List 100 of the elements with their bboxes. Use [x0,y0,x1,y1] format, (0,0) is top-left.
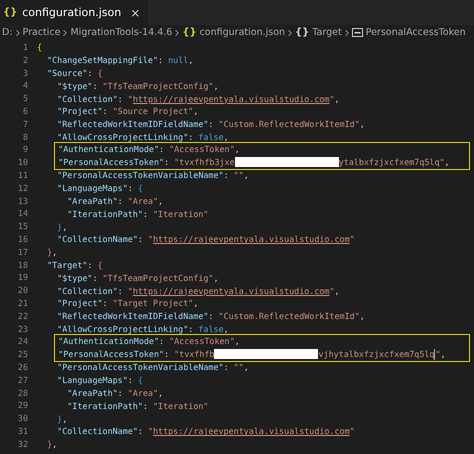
breadcrumb-item[interactable]: configuration.json [200,27,286,38]
close-tab-button[interactable]: × [130,6,140,20]
line-number: 29 [16,399,28,412]
code-token: : [92,80,98,91]
code-token: , [188,55,194,66]
line-number: 4 [22,79,28,92]
code-token: : [118,286,124,296]
url-link[interactable]: https://rajeevpentyala.visualstudio.com [132,286,330,296]
code-token: "Collection" [57,94,118,104]
code-token: "Custom.ReflectedWorkItemId" [218,119,360,130]
code-token: "LanguageMaps" [57,183,128,194]
breadcrumb-item[interactable]: MigrationTools-14.4.6 [70,27,172,38]
line-number: 21 [16,296,28,310]
line-number: 24 [16,335,28,348]
code-token: : [118,388,124,398]
code-token: { [98,68,103,78]
code-token: "AccessToken" [169,144,235,154]
code-token: : [138,426,144,436]
line-number: 3 [22,66,28,80]
code-token: " [148,426,153,436]
code-token: , [244,362,249,372]
code-token: "LanguageMaps" [57,375,128,386]
code-token: : [188,132,194,142]
code-token: "ChangeSetMappingFile" [47,55,158,66]
line-number: 20 [16,284,28,297]
string-property-icon [352,28,363,37]
code-token: { [138,183,143,194]
code-token: "tvxfhfb [174,349,214,360]
code-token: , [360,311,365,322]
line-number: 2 [22,54,28,67]
line-number: 26 [16,360,28,374]
code-token: : [128,375,134,386]
code-token: , [62,222,68,232]
line-number: 18 [16,258,28,272]
line-number: 9 [22,143,28,156]
code-token: , [224,132,229,142]
code-token: "Project" [57,298,103,308]
code-token: "AuthenticationMode" [58,144,159,154]
code-token: } [57,222,62,232]
code-token: "Target Project" [112,298,194,308]
file-tab[interactable]: {} configuration.json × [0,0,148,25]
code-token: : [142,400,149,411]
code-token: "Iteration" [152,208,208,219]
code-token: : [142,208,149,219]
code-token: : [208,119,214,130]
code-token: { [138,375,143,386]
code-token: , [158,388,164,398]
breadcrumb-item[interactable]: Practice [22,27,60,38]
line-number: 22 [16,310,28,323]
code-token: : [164,349,170,360]
breadcrumb-item[interactable]: D: [2,27,13,38]
code-token: { [37,42,42,52]
code-token: "PersonalAccessTokenVariableName" [57,170,224,180]
code-token: "Source" [47,68,88,78]
code-token: , [440,349,446,360]
code-token: : [159,336,166,346]
code-token: "CollectionName" [57,426,138,436]
line-number: 11 [16,168,28,182]
code-token: "" [234,170,244,180]
code-token: , [193,106,198,116]
code-token: : [164,157,170,168]
line-number: 13 [16,194,28,208]
code-token: } [47,247,52,258]
code-token: : [118,94,124,104]
code-token: : [224,170,230,180]
line-number: 6 [22,104,28,118]
code-token: ytalbxfzjxcfxem7q5lq" [338,157,445,168]
code-token: : [102,298,109,308]
url-link[interactable]: https://rajeevpentyala.visualstudio.com [132,94,330,104]
json-file-icon: {} [3,7,18,18]
code-token: null [168,55,188,66]
code-token: "IterationPath" [67,400,143,411]
code-token: { [98,260,103,270]
code-token: " [350,426,355,436]
code-token: , [213,80,219,91]
line-number: 15 [16,220,28,233]
code-token: "AuthenticationMode" [58,336,159,346]
url-link[interactable]: https://rajeevpentyala.visualstudio.com [152,426,350,436]
breadcrumb-item[interactable]: PersonalAccessToken [366,27,466,38]
code-token: , [213,272,219,283]
code-token: "$type" [57,272,92,283]
line-number: 32 [16,438,28,450]
code-token: "TfsTeamProjectConfig" [102,272,214,283]
code-token: : [118,196,124,206]
code-token: "IterationPath" [67,208,143,219]
url-link[interactable]: https://rajeevpentyala.visualstudio.com [152,234,350,244]
text-cursor [434,348,436,360]
code-token: , [224,324,229,334]
code-token: : [138,234,144,244]
line-number: 5 [22,92,28,105]
breadcrumb-item[interactable]: Target [312,27,342,38]
code-token: " [128,94,133,104]
code-token: : [208,311,214,322]
line-number: 10 [16,156,28,169]
code-token: , [158,196,164,206]
code-token: : [159,144,166,154]
code-token: " [329,286,335,296]
line-number: 7 [22,118,28,131]
code-token: : [128,183,134,194]
code-token: , [334,94,340,104]
